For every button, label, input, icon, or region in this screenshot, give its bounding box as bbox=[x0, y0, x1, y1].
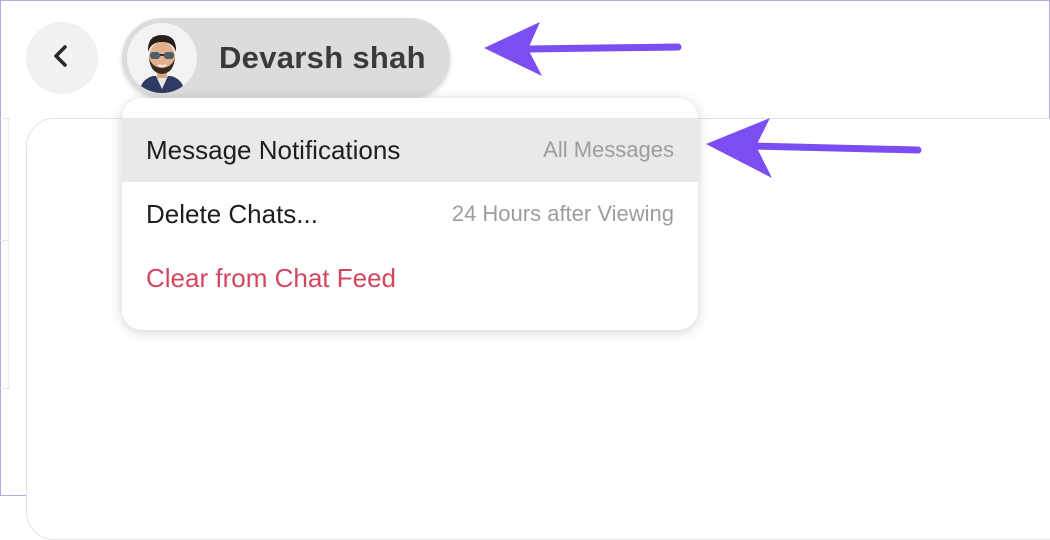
arrow-left-icon bbox=[484, 22, 682, 76]
chat-user-chip[interactable]: Devarsh shah bbox=[122, 18, 450, 98]
menu-item-label: Clear from Chat Feed bbox=[146, 262, 396, 293]
sidebar-divider bbox=[0, 388, 10, 389]
menu-item-label: Delete Chats... bbox=[146, 198, 318, 229]
user-name: Devarsh shah bbox=[219, 40, 426, 75]
sidebar-edge bbox=[8, 118, 9, 388]
arrow-left-icon bbox=[706, 118, 922, 178]
back-button[interactable] bbox=[26, 22, 98, 94]
annotation-arrow bbox=[700, 114, 926, 182]
menu-item-message-notifications[interactable]: Message Notifications All Messages bbox=[122, 118, 698, 182]
menu-item-clear-from-chat-feed[interactable]: Clear from Chat Feed bbox=[122, 246, 698, 310]
menu-item-label: Message Notifications bbox=[146, 134, 401, 165]
menu-item-value: 24 Hours after Viewing bbox=[451, 201, 674, 226]
chat-options-menu: Message Notifications All Messages Delet… bbox=[122, 98, 698, 330]
menu-item-value: All Messages bbox=[543, 137, 674, 162]
chevron-left-icon bbox=[49, 43, 75, 74]
avatar bbox=[127, 23, 197, 93]
menu-item-delete-chats[interactable]: Delete Chats... 24 Hours after Viewing bbox=[122, 182, 698, 246]
annotation-arrow bbox=[478, 16, 684, 82]
